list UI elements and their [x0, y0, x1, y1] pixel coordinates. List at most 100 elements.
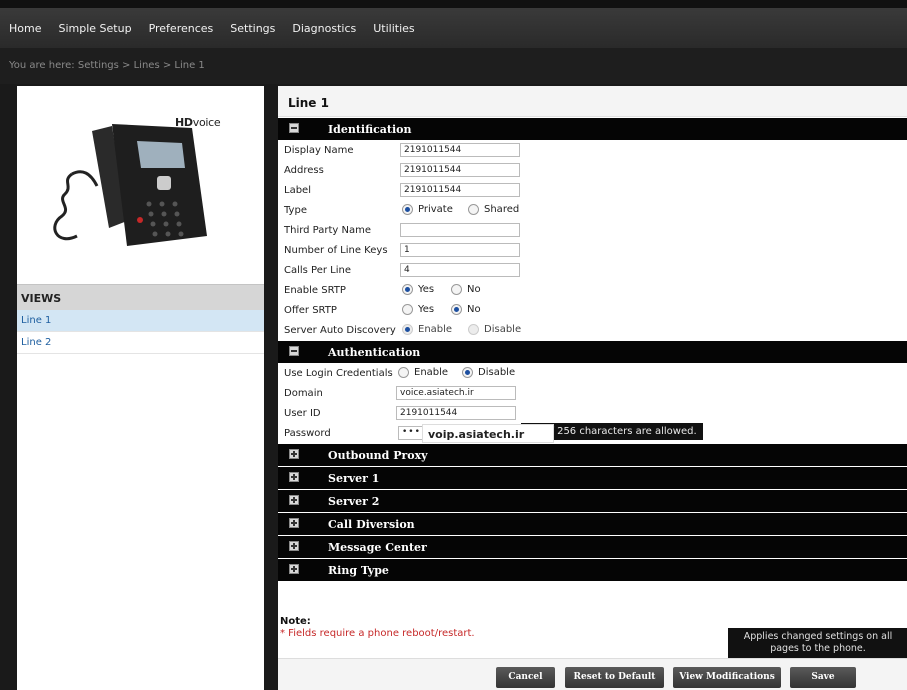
- offer-srtp-row: Offer SRTP Yes No: [278, 300, 907, 320]
- userid-row: User ID: [278, 403, 907, 423]
- radio-selected-icon[interactable]: [402, 204, 413, 215]
- radio-selected-icon[interactable]: [462, 367, 473, 378]
- option-label: Yes: [418, 304, 435, 315]
- domain-row: Domain: [278, 383, 907, 403]
- radio-icon[interactable]: [451, 284, 462, 295]
- discovery-row: Server Auto Discovery Enable Disable: [278, 320, 907, 340]
- save-button[interactable]: Save: [790, 667, 856, 688]
- hd-voice-logo: HDvoice: [175, 116, 221, 129]
- third-party-field[interactable]: [400, 223, 520, 237]
- views-heading: VIEWS: [17, 284, 264, 310]
- expand-icon[interactable]: [289, 541, 299, 551]
- main-panel: Line 1 Identification Display Name Addre…: [278, 86, 907, 690]
- offer-no-option[interactable]: No: [451, 304, 481, 315]
- creds-disable-option[interactable]: Disable: [462, 367, 515, 378]
- section-server-2[interactable]: Server 2: [278, 490, 907, 512]
- section-title: Call Diversion: [328, 518, 415, 531]
- section-authentication[interactable]: Authentication: [278, 341, 907, 363]
- note-heading: Note:: [280, 616, 311, 627]
- expand-icon[interactable]: [289, 564, 299, 574]
- type-private-option[interactable]: Private: [402, 204, 453, 215]
- collapse-icon[interactable]: [289, 123, 299, 133]
- section-title: Server 2: [328, 495, 380, 508]
- radio-selected-icon[interactable]: [451, 304, 462, 315]
- section-server-1[interactable]: Server 1: [278, 467, 907, 489]
- srtp-no-option[interactable]: No: [451, 284, 481, 295]
- srtp-yes-option[interactable]: Yes: [402, 284, 434, 295]
- section-title: Outbound Proxy: [328, 449, 428, 462]
- option-label: Enable: [418, 324, 453, 335]
- radio-icon[interactable]: [398, 367, 409, 378]
- radio-icon[interactable]: [468, 204, 479, 215]
- breadcrumb: You are here: Settings > Lines > Line 1: [0, 48, 907, 84]
- view-modifications-button[interactable]: View Modifications: [673, 667, 781, 688]
- password-row: Password •••• um of 256 characters are a…: [278, 423, 907, 443]
- option-label: Yes: [418, 284, 435, 295]
- radio-icon[interactable]: [402, 304, 413, 315]
- page-title: Line 1: [278, 86, 907, 117]
- srtp-label: Enable SRTP: [284, 285, 346, 296]
- note: Note: * Fields require a phone reboot/re…: [280, 616, 475, 639]
- third-party-label: Third Party Name: [284, 225, 372, 236]
- discovery-enable-option[interactable]: Enable: [402, 324, 452, 335]
- line-keys-label: Number of Line Keys: [284, 245, 388, 256]
- calls-label: Calls Per Line: [284, 265, 352, 276]
- option-label: Disable: [478, 367, 516, 378]
- display-name-field[interactable]: [400, 143, 520, 157]
- top-navigation: Home Simple Setup Preferences Settings D…: [0, 0, 907, 48]
- type-shared-option[interactable]: Shared: [468, 204, 519, 215]
- expand-icon[interactable]: [289, 495, 299, 505]
- overlay-label: voip.asiatech.ir: [422, 424, 554, 443]
- label-row: Label: [278, 180, 907, 200]
- nav-home[interactable]: Home: [0, 22, 49, 35]
- expand-icon[interactable]: [289, 472, 299, 482]
- nav-utilities[interactable]: Utilities: [364, 22, 422, 35]
- section-title: Identification: [328, 123, 412, 136]
- expand-icon[interactable]: [289, 518, 299, 528]
- discovery-disable-option[interactable]: Disable: [468, 324, 521, 335]
- domain-field[interactable]: [396, 386, 516, 400]
- radio-icon[interactable]: [468, 324, 479, 335]
- calls-field[interactable]: [400, 263, 520, 277]
- phone-image: HDvoice: [17, 86, 264, 284]
- nav-settings[interactable]: Settings: [221, 22, 283, 35]
- section-title: Server 1: [328, 472, 380, 485]
- view-line-1[interactable]: Line 1: [17, 310, 264, 332]
- view-line-2[interactable]: Line 2: [17, 332, 264, 354]
- save-tooltip-line1: Applies changed settings on all: [743, 631, 893, 642]
- collapse-icon[interactable]: [289, 346, 299, 356]
- nav-simple-setup[interactable]: Simple Setup: [49, 22, 139, 35]
- expand-icon[interactable]: [289, 449, 299, 459]
- option-label: No: [467, 304, 481, 315]
- nav-diagnostics[interactable]: Diagnostics: [283, 22, 364, 35]
- offer-srtp-label: Offer SRTP: [284, 305, 337, 316]
- section-identification[interactable]: Identification: [278, 118, 907, 140]
- option-label: Private: [418, 204, 453, 215]
- creds-enable-option[interactable]: Enable: [398, 367, 448, 378]
- label-label: Label: [284, 185, 311, 196]
- reset-to-default-button[interactable]: Reset to Default: [565, 667, 664, 688]
- section-title: Message Center: [328, 541, 427, 554]
- note-text: * Fields require a phone reboot/restart.: [280, 628, 475, 639]
- srtp-row: Enable SRTP Yes No: [278, 280, 907, 300]
- section-outbound-proxy[interactable]: Outbound Proxy: [278, 444, 907, 466]
- address-field[interactable]: [400, 163, 520, 177]
- address-label: Address: [284, 165, 324, 176]
- offer-yes-option[interactable]: Yes: [402, 304, 434, 315]
- radio-selected-icon[interactable]: [402, 284, 413, 295]
- label-field[interactable]: [400, 183, 520, 197]
- cancel-button[interactable]: Cancel: [496, 667, 555, 688]
- section-call-diversion[interactable]: Call Diversion: [278, 513, 907, 535]
- section-title: Ring Type: [328, 564, 389, 577]
- phone-icon: [53, 124, 207, 246]
- section-ring-type[interactable]: Ring Type: [278, 559, 907, 581]
- section-message-center[interactable]: Message Center: [278, 536, 907, 558]
- nav-preferences[interactable]: Preferences: [140, 22, 222, 35]
- button-bar: Cancel Reset to Default View Modificatio…: [278, 658, 907, 690]
- line-keys-field[interactable]: [400, 243, 520, 257]
- password-label: Password: [284, 428, 331, 439]
- line-keys-row: Number of Line Keys: [278, 240, 907, 260]
- radio-selected-icon[interactable]: [402, 324, 413, 335]
- creds-row: Use Login Credentials Enable Disable: [278, 363, 907, 383]
- userid-field[interactable]: [396, 406, 516, 420]
